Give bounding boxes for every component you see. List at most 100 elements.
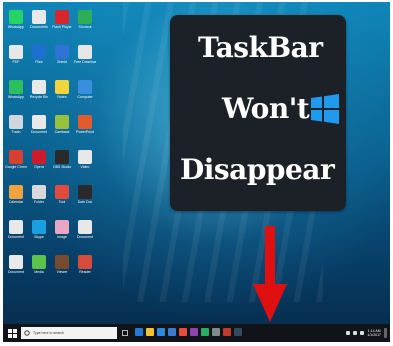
start-button[interactable] [5, 324, 19, 342]
desktop-shortcut-label: Documents [30, 25, 48, 29]
photos-icon[interactable] [190, 328, 198, 336]
volume-icon[interactable] [353, 331, 358, 335]
media-icon[interactable] [201, 328, 209, 336]
desktop-screen: WhatsApp Documents Flash Player Shortcut PDF… [3, 2, 390, 342]
calendar-icon [9, 185, 23, 199]
desktop-shortcut-label: Google Chrome [5, 165, 27, 169]
folder-icon [32, 185, 46, 199]
desktop-shortcut[interactable]: Shield [51, 45, 73, 64]
desktop-shortcut-label: Document [31, 130, 47, 134]
system-tray: 1:14 AM 1/1/2017 [346, 324, 387, 342]
mail-icon[interactable] [168, 328, 176, 336]
windows-start-icon [7, 328, 17, 338]
desktop-shortcut[interactable]: Tool [51, 185, 73, 204]
desktop-shortcut-label: Image [57, 235, 67, 239]
opera-icon [32, 150, 46, 164]
desktop-shortcut[interactable]: Flash Player [51, 10, 73, 29]
media-icon [32, 255, 46, 269]
powerpoint-icon [78, 115, 92, 129]
desktop-shortcut[interactable]: Folder [28, 185, 50, 204]
desktop-shortcut-label: WhatsApp [7, 25, 25, 29]
desktop-shortcut-label: Folder [34, 200, 44, 204]
terminal-icon[interactable] [234, 328, 242, 336]
taskbar-search-box[interactable]: Type here to search [21, 327, 117, 339]
desktop-shortcut[interactable]: Document [74, 220, 96, 239]
desktop-shortcut[interactable]: Files [28, 45, 50, 64]
notes-icon [55, 80, 69, 94]
desktop-shortcut-label: Calendar [8, 200, 24, 204]
desktop-shortcut[interactable]: Recycle Bin [28, 80, 50, 99]
reader-icon [78, 255, 92, 269]
desktop-shortcut[interactable]: Video [74, 150, 96, 169]
desktop-shortcut-label: Files [35, 60, 43, 64]
document-file-icon [32, 10, 46, 24]
desktop-shortcut[interactable]: Camtasia [51, 115, 73, 134]
desktop-shortcut[interactable]: Media [28, 255, 50, 274]
desktop-shortcut[interactable]: Document [5, 255, 27, 274]
edge-icon[interactable] [135, 328, 143, 336]
task-view-button[interactable] [121, 324, 129, 342]
desktop-shortcut[interactable]: Skype [28, 220, 50, 239]
network-icon[interactable] [346, 331, 351, 335]
down-arrow-icon [253, 226, 287, 322]
desktop-shortcut-label: OBS Studio [52, 165, 72, 169]
folder-icon[interactable] [146, 328, 154, 336]
app-icon[interactable] [223, 328, 231, 336]
desktop-shortcut[interactable]: Image [51, 220, 73, 239]
desktop-shortcut[interactable]: Computer [74, 80, 96, 99]
desktop-shortcut[interactable]: Document [5, 220, 27, 239]
desktop-shortcut-label: Trash [11, 130, 21, 134]
document-file-icon [9, 255, 23, 269]
image-viewer-icon [55, 220, 69, 234]
desktop-shortcut-label: PowerPoint [76, 130, 94, 134]
taskbar[interactable]: Type here to search 1:14 AM 1/1/2017 [3, 324, 390, 342]
gear-icon[interactable] [212, 328, 220, 336]
taskbar-clock[interactable]: 1:14 AM 1/1/2017 [367, 329, 381, 338]
download-manager-icon [78, 45, 92, 59]
chrome-icon[interactable] [179, 328, 187, 336]
desktop-shortcut-label: WhatsApp [7, 95, 25, 99]
desktop-shortcut-label: Free Download Manager [74, 60, 96, 64]
desktop-shortcut-label: Document [77, 235, 93, 239]
desktop-shortcut[interactable]: Dark Doc [74, 185, 96, 204]
recycle-bin-icon [32, 80, 46, 94]
title-line-3: Disappear [180, 153, 335, 186]
desktop-shortcut[interactable]: Trash [5, 115, 27, 134]
camtasia-icon [55, 115, 69, 129]
search-icon [21, 327, 33, 339]
desktop-shortcut-label: Computer [77, 95, 93, 99]
desktop-shortcut[interactable]: Documents [28, 10, 50, 29]
desktop-shortcut[interactable]: Google Chrome [5, 150, 27, 169]
desktop-shortcut[interactable]: Document [28, 115, 50, 134]
desktop-shortcut[interactable]: WhatsApp [5, 80, 27, 99]
desktop-shortcut-label: Tool [58, 200, 66, 204]
desktop-shortcut[interactable]: Opera [28, 150, 50, 169]
show-desktop-button[interactable] [384, 328, 387, 338]
desktop-shortcut-label: Notes [57, 95, 67, 99]
desktop-shortcut-label: Media [34, 270, 44, 274]
desktop-shortcut-label: Shield [57, 60, 67, 64]
desktop-shortcut[interactable]: OBS Studio [51, 150, 73, 169]
desktop-shortcut[interactable]: PowerPoint [74, 115, 96, 134]
desktop-shortcut[interactable]: Notes [51, 80, 73, 99]
desktop-shortcut-label: Dark Doc [77, 200, 93, 204]
desktop-shortcut[interactable]: PDF [5, 45, 27, 64]
desktop-shortcut[interactable]: Viewer [51, 255, 73, 274]
desktop-shortcut-label: Document [8, 235, 24, 239]
chrome-icon [9, 150, 23, 164]
skype-icon [32, 220, 46, 234]
title-line-1: TaskBar [198, 31, 323, 64]
desktop-shortcut[interactable]: Shortcut [74, 10, 96, 29]
title-line-2: Won't [222, 92, 310, 125]
desktop-shortcut[interactable]: Calendar [5, 185, 27, 204]
desktop-shortcut[interactable]: WhatsApp [5, 10, 27, 29]
desktop-shortcut-label: Video [80, 165, 90, 169]
desktop-shortcut-label: Viewer [56, 270, 68, 274]
desktop-shortcut[interactable]: Reader [74, 255, 96, 274]
task-view-icon [122, 330, 128, 336]
video-file-icon [78, 150, 92, 164]
desktop-shortcut[interactable]: Free Download Manager [74, 45, 96, 64]
battery-icon[interactable] [360, 331, 365, 335]
desktop-icon-grid: WhatsApp Documents Flash Player Shortcut PDF… [5, 10, 125, 300]
store-icon[interactable] [157, 328, 165, 336]
